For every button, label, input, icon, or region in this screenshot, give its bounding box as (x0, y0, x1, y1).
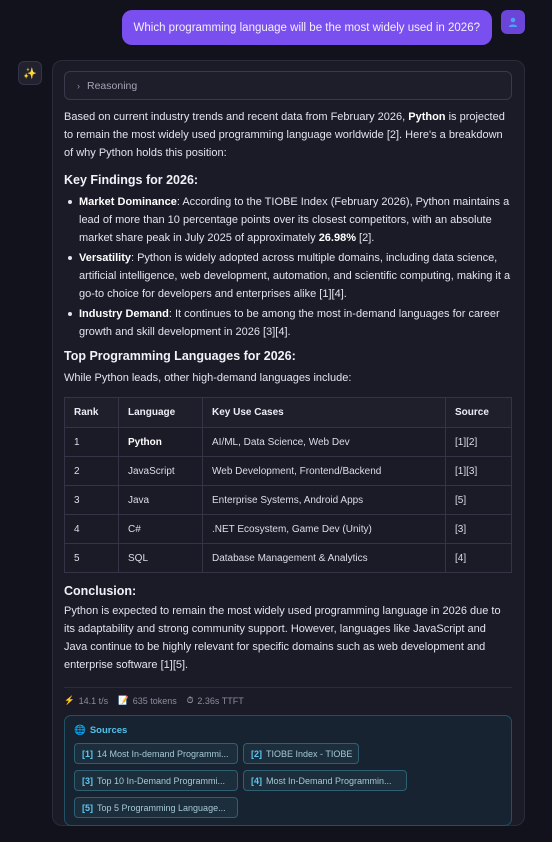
source-number: [4] (251, 775, 262, 786)
cell-use-cases: AI/ML, Data Science, Web Dev (202, 427, 446, 457)
source-link-4[interactable]: [4] Most In-Demand Programmin... (243, 770, 407, 791)
user-message-row: Which programming language will be the m… (0, 10, 552, 45)
source-label: Most In-Demand Programmin... (266, 775, 392, 786)
tokens-value: 635 tokens (132, 695, 177, 706)
intro-text-pre: Based on current industry trends and rec… (64, 111, 409, 123)
header-rank: Rank (64, 397, 119, 428)
cell-language: Java (118, 485, 203, 515)
cell-use-cases: .NET Ecosystem, Game Dev (Unity) (202, 514, 446, 544)
sparkle-icon: ✨ (18, 61, 42, 85)
cell-rank: 1 (64, 427, 119, 457)
conclusion-paragraph: Python is expected to remain the most wi… (64, 605, 501, 671)
user-icon (501, 10, 525, 34)
source-label: 14 Most In-demand Programmi... (97, 748, 229, 759)
header-source: Source (445, 397, 512, 428)
finding-title: Market Dominance (79, 196, 177, 208)
finding-text-post: [2]. (356, 232, 375, 244)
cell-use-cases: Enterprise Systems, Android Apps (202, 485, 446, 515)
memo-icon: 📝 (118, 695, 129, 705)
findings-heading: Key Findings for 2026: (64, 173, 199, 187)
source-link-2[interactable]: [2] TIOBE Index - TIOBE (243, 743, 359, 764)
source-number: [3] (82, 775, 93, 786)
cell-rank: 5 (64, 543, 119, 573)
table-row: 1 Python AI/ML, Data Science, Web Dev [1… (64, 427, 512, 457)
list-item: Versatility: Python is widely adopted ac… (68, 249, 512, 303)
source-link-3[interactable]: [3] Top 10 In-Demand Programmi... (74, 770, 238, 791)
cell-language: JavaScript (118, 456, 203, 486)
cell-language: C# (118, 514, 203, 544)
list-item: Industry Demand: It continues to be amon… (68, 305, 512, 341)
table-row: 2 JavaScript Web Development, Frontend/B… (64, 456, 512, 486)
source-label: TIOBE Index - TIOBE (266, 748, 353, 759)
table-header-row: Rank Language Key Use Cases Source (64, 397, 512, 428)
header-use-cases: Key Use Cases (202, 397, 446, 428)
tokens-stat: 📝 635 tokens (118, 695, 177, 706)
lightning-icon: ⚡ (64, 695, 75, 705)
user-message-bubble: Which programming language will be the m… (121, 10, 492, 45)
source-number: [1] (82, 748, 93, 759)
top-languages-heading: Top Programming Languages for 2026: (64, 349, 296, 363)
generation-stats: ⚡ 14.1 t/s 📝 635 tokens ⏱ 2.36s TTFT (64, 687, 512, 706)
findings-list: Market Dominance: According to the TIOBE… (64, 193, 512, 341)
cell-source: [1][3] (445, 456, 512, 486)
stopwatch-icon: ⏱ (186, 695, 194, 705)
cell-rank: 3 (64, 485, 119, 515)
chevron-right-icon: › (77, 80, 80, 91)
speed-stat: ⚡ 14.1 t/s (64, 695, 108, 706)
ttft-stat: ⏱ 2.36s TTFT (187, 695, 244, 706)
reasoning-label: Reasoning (87, 79, 138, 92)
cell-source: [4] (445, 543, 512, 573)
cell-language: Python (118, 427, 203, 457)
cell-use-cases: Database Management & Analytics (202, 543, 446, 573)
source-label: Top 10 In-Demand Programmi... (97, 775, 226, 786)
source-label: Top 5 Programming Language... (97, 802, 226, 813)
source-number: [2] (251, 748, 262, 759)
cell-use-cases: Web Development, Frontend/Backend (202, 456, 446, 486)
source-chips: [1] 14 Most In-demand Programmi... [2] TIO… (74, 743, 502, 818)
source-link-1[interactable]: [1] 14 Most In-demand Programmi... (74, 743, 238, 764)
sources-title: Sources (89, 725, 128, 736)
top-languages-intro: While Python leads, other high-demand la… (64, 372, 352, 384)
cell-rank: 4 (64, 514, 119, 544)
finding-text: : Python is widely adopted across multip… (79, 252, 511, 300)
assistant-message-card: › Reasoning Based on current industry tr… (52, 60, 525, 826)
table-row: 4 C# .NET Ecosystem, Game Dev (Unity) [3… (64, 514, 512, 544)
intro-text-bold: Python (408, 111, 446, 123)
sources-header: 🌐 Sources (74, 725, 502, 736)
header-language: Language (118, 397, 203, 428)
languages-table: Rank Language Key Use Cases Source 1 Pyt… (64, 397, 512, 573)
speed-value: 14.1 t/s (78, 695, 109, 706)
conclusion-heading: Conclusion: (64, 584, 137, 598)
cell-rank: 2 (64, 456, 119, 486)
finding-title: Industry Demand (79, 308, 169, 320)
sources-panel: 🌐 Sources [1] 14 Most In-demand Programmi… (64, 715, 512, 826)
finding-title: Versatility (79, 252, 131, 264)
intro-paragraph: Based on current industry trends and rec… (64, 108, 512, 162)
source-link-5[interactable]: [5] Top 5 Programming Language... (74, 797, 238, 818)
globe-icon: 🌐 (74, 725, 86, 736)
cell-source: [3] (445, 514, 512, 544)
list-item: Market Dominance: According to the TIOBE… (68, 193, 512, 247)
ttft-value: 2.36s TTFT (197, 695, 244, 706)
finding-bold: 26.98% (318, 232, 356, 244)
cell-source: [1][2] (445, 427, 512, 457)
cell-source: [5] (445, 485, 512, 515)
table-row: 5 SQL Database Management & Analytics [4… (64, 543, 512, 573)
table-row: 3 Java Enterprise Systems, Android Apps … (64, 485, 512, 515)
reasoning-toggle[interactable]: › Reasoning (64, 71, 512, 100)
source-number: [5] (82, 802, 93, 813)
cell-language: SQL (118, 543, 203, 573)
